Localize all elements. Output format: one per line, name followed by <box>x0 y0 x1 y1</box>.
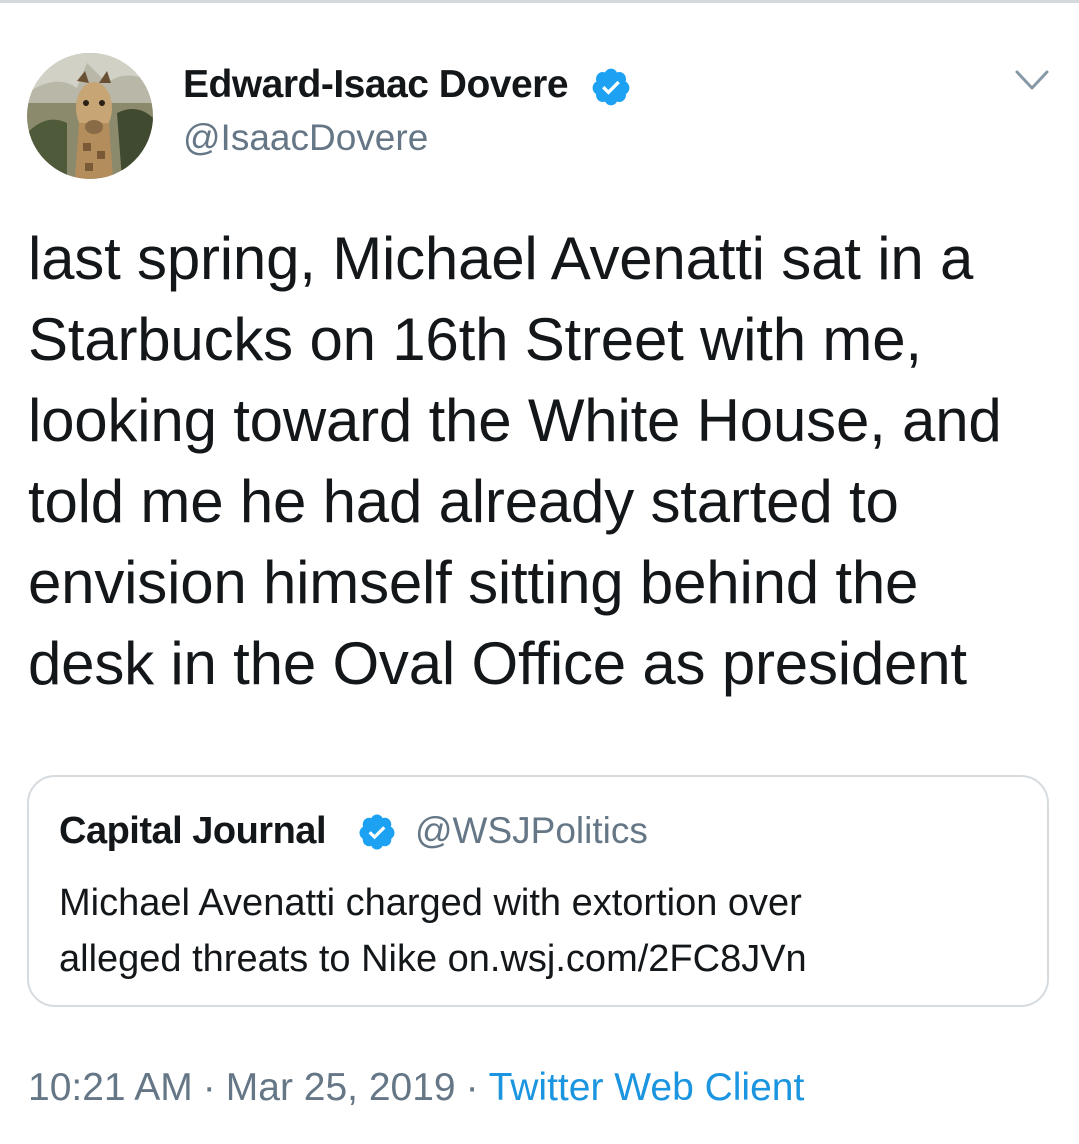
tweet-line: told me he had already started to <box>28 468 899 535</box>
quoted-tweet-card[interactable]: Capital Journal @WSJPolitics Michael Ave… <box>27 775 1049 1007</box>
tweet-text: last spring, Michael Avenatti sat in a S… <box>28 218 1068 704</box>
tweet-client-link[interactable]: Twitter Web Client <box>489 1066 805 1109</box>
quoted-handle: @WSJPolitics <box>415 810 648 851</box>
author-handle[interactable]: @IsaacDovere <box>183 117 428 159</box>
tweet-line: desk in the Oval Office as president <box>28 630 967 697</box>
tweet-line: looking toward the White House, and <box>28 387 1002 454</box>
tweet-line: Starbucks on 16th Street with me, <box>28 306 922 373</box>
quoted-tweet-text: Michael Avenatti charged with extortion … <box>59 875 1019 987</box>
tweet-line: last spring, Michael Avenatti sat in a <box>28 225 974 292</box>
verified-badge-icon <box>592 68 630 106</box>
quoted-display-name: Capital Journal <box>59 810 327 852</box>
tweet-line: envision himself sitting behind the <box>28 549 919 616</box>
meta-separator: · <box>202 1066 216 1109</box>
quoted-tweet-line: Michael Avenatti charged with extortion … <box>59 882 802 924</box>
avatar[interactable] <box>27 53 153 179</box>
quoted-tweet-line: alleged threats to Nike on.wsj.com/2FC8J… <box>59 938 807 980</box>
author-display-name[interactable]: Edward-Isaac Dovere <box>183 63 569 107</box>
tweet-date[interactable]: Mar 25, 2019 <box>226 1066 456 1109</box>
meta-separator: · <box>465 1066 479 1109</box>
tweet-meta: 10:21 AM · Mar 25, 2019 · Twitter Web Client <box>28 1066 804 1110</box>
giraffe-avatar-icon <box>27 53 153 179</box>
chevron-down-icon[interactable] <box>1014 68 1050 94</box>
verified-badge-icon <box>359 814 395 850</box>
top-divider <box>0 0 1079 3</box>
tweet-time[interactable]: 10:21 AM <box>28 1066 193 1109</box>
